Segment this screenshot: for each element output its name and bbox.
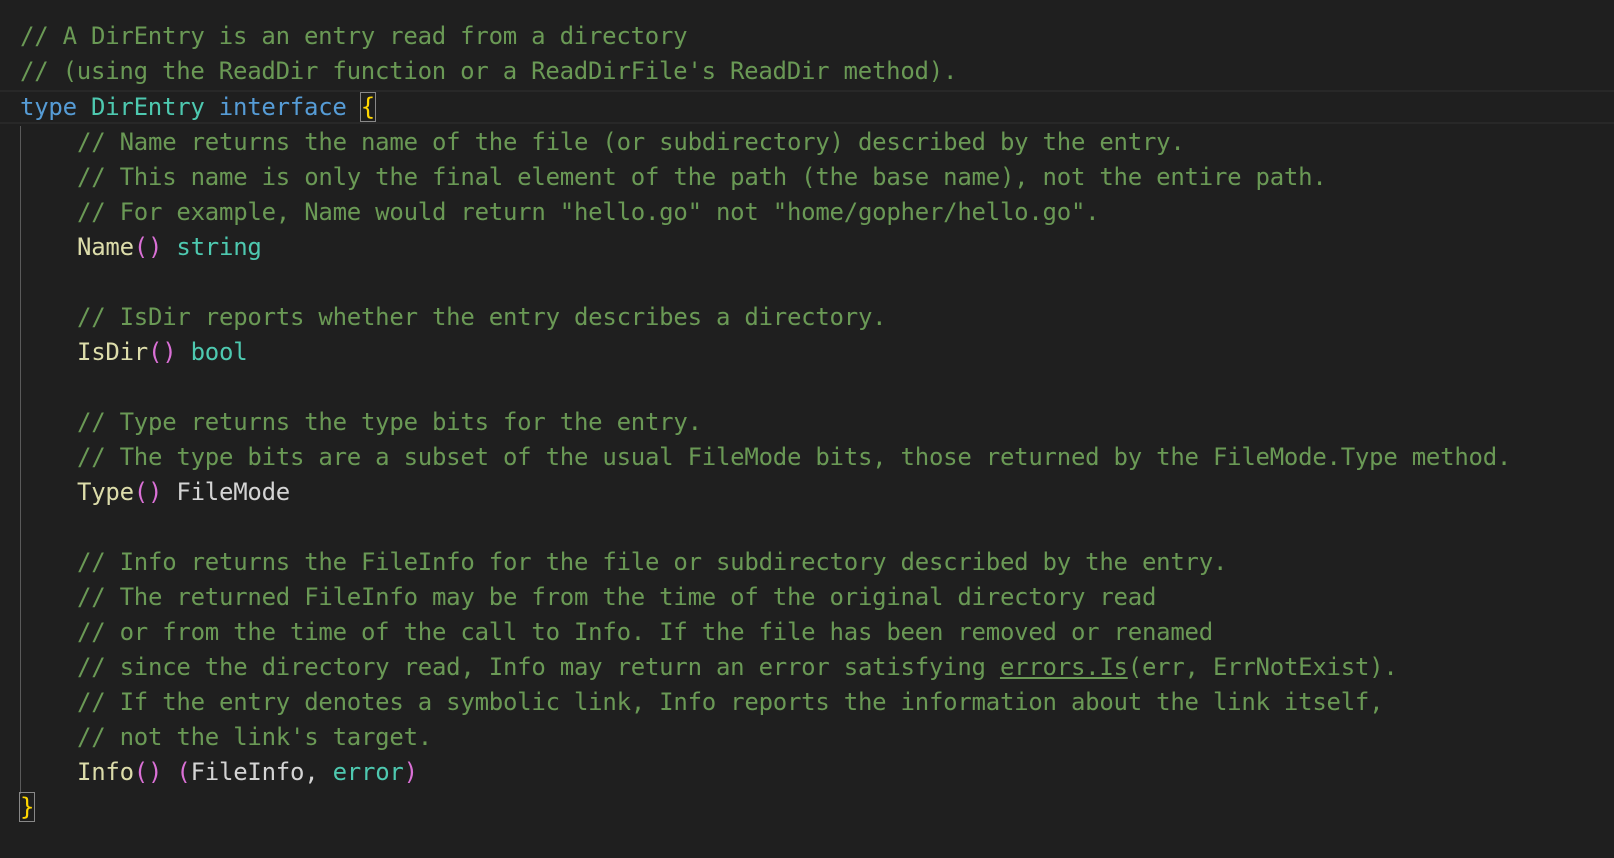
code-line-3[interactable]: type DirEntry interface { bbox=[20, 89, 377, 125]
code-editor[interactable]: // A DirEntry is an entry read from a di… bbox=[0, 0, 1614, 858]
code-line-19[interactable]: // since the directory read, Info may re… bbox=[77, 649, 1398, 685]
code-line-13[interactable]: // The type bits are a subset of the usu… bbox=[77, 439, 1511, 475]
parens: () bbox=[133, 478, 163, 506]
comment-text: (err, ErrNotExist). bbox=[1127, 653, 1398, 681]
code-line-2[interactable]: // (using the ReadDir function or a Read… bbox=[20, 53, 957, 89]
keyword-type: type bbox=[20, 93, 77, 121]
code-line-4[interactable]: // Name returns the name of the file (or… bbox=[77, 124, 1185, 160]
keyword-interface: interface bbox=[218, 93, 347, 121]
code-line-17[interactable]: // The returned FileInfo may be from the… bbox=[77, 579, 1156, 615]
indent-guide bbox=[20, 126, 21, 794]
code-line-21[interactable]: // not the link's target. bbox=[77, 719, 432, 755]
return-type[interactable]: FileInfo bbox=[191, 758, 305, 786]
parens: () bbox=[133, 233, 163, 261]
code-line-14[interactable]: Type() FileMode bbox=[77, 474, 290, 510]
close-brace: } bbox=[18, 792, 36, 822]
code-line-10[interactable]: IsDir() bool bbox=[77, 334, 248, 370]
code-line-12[interactable]: // Type returns the type bits for the en… bbox=[77, 404, 702, 440]
code-line-9[interactable]: // IsDir reports whether the entry descr… bbox=[77, 299, 887, 335]
code-line-18[interactable]: // or from the time of the call to Info.… bbox=[77, 614, 1213, 650]
doc-link[interactable]: errors.Is bbox=[1000, 653, 1128, 681]
parens: () bbox=[133, 758, 163, 786]
return-type[interactable]: error bbox=[333, 758, 404, 786]
close-paren: ) bbox=[403, 758, 418, 786]
type-name[interactable]: DirEntry bbox=[91, 93, 205, 121]
code-line-7[interactable]: Name() string bbox=[77, 229, 262, 265]
code-line-23[interactable]: } bbox=[18, 789, 36, 825]
comma: , bbox=[304, 758, 333, 786]
code-line-5[interactable]: // This name is only the final element o… bbox=[77, 159, 1327, 195]
method-name[interactable]: Type bbox=[77, 478, 134, 506]
method-name[interactable]: IsDir bbox=[77, 338, 148, 366]
parens: () bbox=[148, 338, 177, 366]
open-paren: ( bbox=[176, 758, 191, 786]
return-type[interactable]: FileMode bbox=[176, 478, 290, 506]
code-line-16[interactable]: // Info returns the FileInfo for the fil… bbox=[77, 544, 1227, 580]
code-line-20[interactable]: // If the entry denotes a symbolic link,… bbox=[77, 684, 1384, 720]
return-type[interactable]: string bbox=[176, 233, 261, 261]
code-line-1[interactable]: // A DirEntry is an entry read from a di… bbox=[20, 18, 688, 54]
comment-text: // since the directory read, Info may re… bbox=[77, 653, 1000, 681]
code-line-22[interactable]: Info() (FileInfo, error) bbox=[77, 754, 418, 790]
method-name[interactable]: Name bbox=[77, 233, 134, 261]
method-name[interactable]: Info bbox=[77, 758, 134, 786]
open-brace: { bbox=[359, 92, 377, 122]
return-type[interactable]: bool bbox=[191, 338, 248, 366]
code-line-6[interactable]: // For example, Name would return "hello… bbox=[77, 194, 1100, 230]
